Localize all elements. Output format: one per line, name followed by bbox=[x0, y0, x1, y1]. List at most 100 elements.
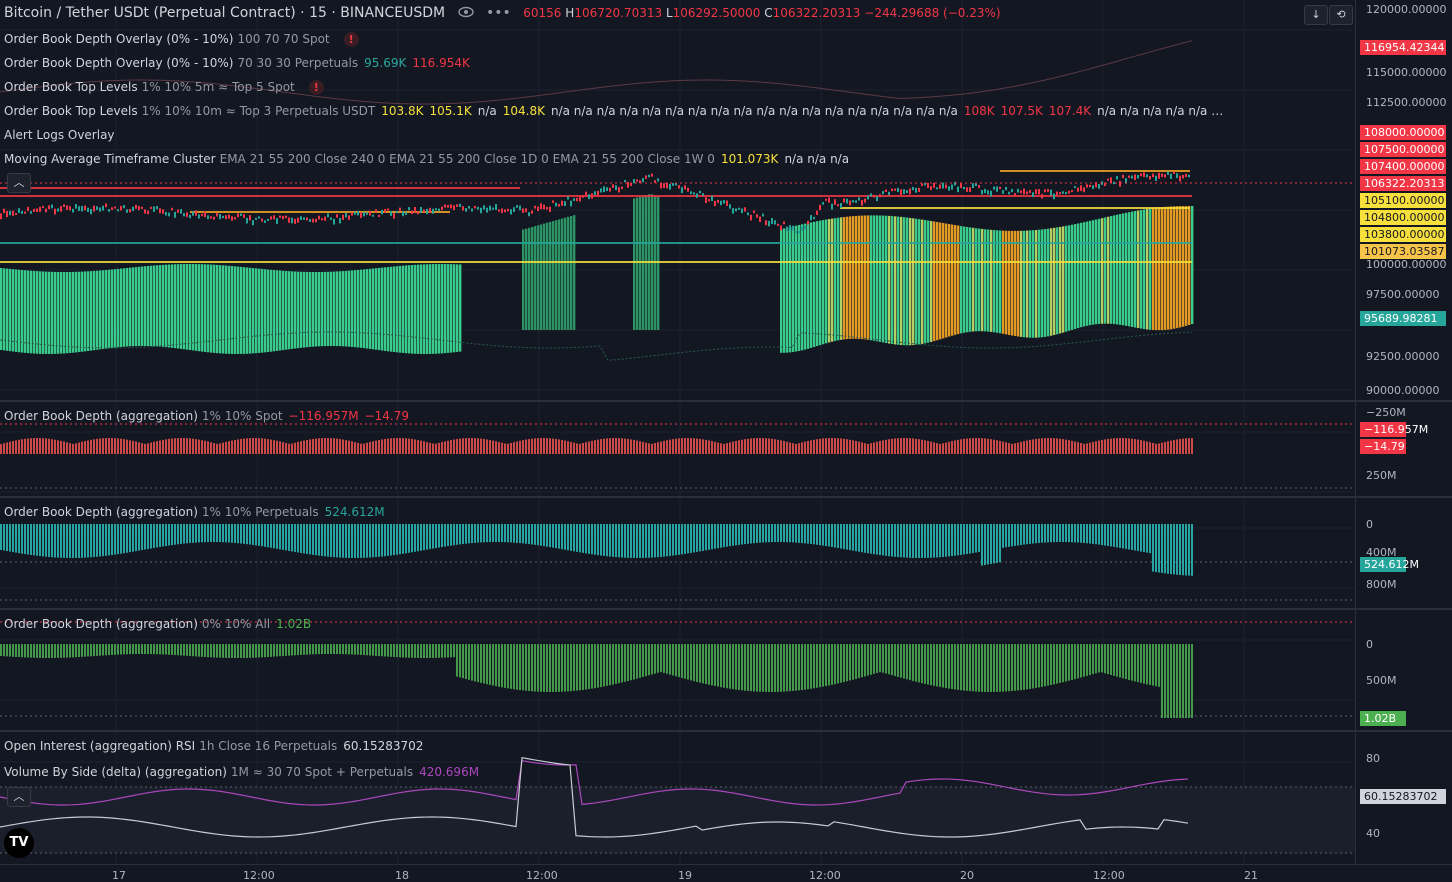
value-label: −116.957M bbox=[1360, 422, 1428, 437]
price-tick: 120000.00000 bbox=[1366, 3, 1447, 16]
indicator-legend[interactable]: Order Book Top Levels 1% 10% 10m ≈ Top 3 … bbox=[4, 103, 1223, 119]
price-label: 107500.00000 bbox=[1360, 142, 1446, 157]
indicator-params: 1% 10% Spot bbox=[201, 409, 283, 423]
indicator-value: n/a n/a n/a n/a n/a … bbox=[1097, 104, 1224, 118]
price-label: 105100.00000 bbox=[1360, 193, 1446, 208]
price-tick: 112500.00000 bbox=[1366, 96, 1447, 109]
pane-rsi[interactable]: ︿ TV Open Interest (aggregation) RSI 1h C… bbox=[0, 732, 1355, 864]
indicator-value: 60.15283702 bbox=[343, 739, 424, 753]
indicator-title: Order Book Depth (aggregation) bbox=[4, 617, 198, 631]
time-tick: 21 bbox=[1244, 869, 1258, 882]
time-axis[interactable]: 17 12:00 18 12:00 19 12:00 20 12:00 21 bbox=[0, 865, 1355, 882]
indicator-legend[interactable]: Order Book Top Levels 1% 10% 5m ≈ Top 5 S… bbox=[4, 79, 324, 95]
indicator-value: 103.8K bbox=[381, 104, 424, 118]
pane-spot-depth-scale[interactable]: −250M 250M −116.957M −14.79 bbox=[1355, 402, 1452, 496]
price-tick: 115000.00000 bbox=[1366, 66, 1447, 79]
price-label: 107400.00000 bbox=[1360, 159, 1446, 174]
indicator-legend[interactable]: Order Book Depth Overlay (0% - 10%) 70 30… bbox=[4, 55, 470, 71]
indicator-params: 1% 10% 5m ≈ Top 5 Spot bbox=[141, 80, 295, 94]
indicator-value: 107.4K bbox=[1048, 104, 1092, 118]
pane-perp-depth-scale[interactable]: 0 400M 800M 524.612M bbox=[1355, 498, 1452, 608]
indicator-legend[interactable]: Order Book Depth (aggregation) 1% 10% Spo… bbox=[4, 408, 409, 424]
indicator-title: Order Book Top Levels bbox=[4, 80, 138, 94]
indicator-value: −116.957M bbox=[288, 409, 359, 423]
eye-icon-svg bbox=[457, 6, 474, 18]
logo-text: TV bbox=[9, 835, 29, 850]
indicator-value: −14.79 bbox=[364, 409, 409, 423]
indicator-params: 70 30 30 Perpetuals bbox=[237, 56, 359, 70]
pane-rsi-scale[interactable]: 80 40 60.15283702 bbox=[1355, 732, 1452, 864]
value-label: 524.612M bbox=[1360, 557, 1419, 572]
symbol-title[interactable]: Bitcoin / Tether USDt (Perpetual Contrac… bbox=[4, 5, 296, 21]
pane-all-depth-scale[interactable]: 0 500M 1.02B bbox=[1355, 610, 1452, 730]
time-tick: 20 bbox=[960, 869, 974, 882]
ohlc-open: 60156 bbox=[523, 6, 562, 20]
price-tick: 92500.00000 bbox=[1366, 350, 1440, 363]
ohlc-low-label: L bbox=[665, 6, 673, 20]
scale-tick: 800M bbox=[1366, 578, 1397, 591]
indicator-legend[interactable]: Volume By Side (delta) (aggregation) 1M ≈… bbox=[4, 764, 479, 780]
indicator-value: 1.02B bbox=[276, 617, 312, 631]
value-label: 60.15283702 bbox=[1360, 789, 1446, 804]
collapse-legend-button[interactable]: ︿ bbox=[7, 173, 31, 193]
indicator-legend[interactable]: Order Book Depth Overlay (0% - 10%) 100 7… bbox=[4, 31, 359, 47]
indicator-params: EMA 21 55 200 Close 240 0 EMA 21 55 200 … bbox=[219, 152, 715, 166]
price-tick: 100000.00000 bbox=[1366, 258, 1447, 271]
warning-icon[interactable]: ! bbox=[308, 80, 324, 95]
indicator-legend[interactable]: Moving Average Timeframe Cluster EMA 21 5… bbox=[4, 151, 849, 167]
indicator-value: 116.954K bbox=[412, 56, 470, 70]
price-label: 104800.00000 bbox=[1360, 210, 1446, 225]
indicator-params: 1% 10% 10m ≈ Top 3 Perpetuals USDT bbox=[141, 104, 376, 118]
collapse-legend-button[interactable]: ︿ bbox=[7, 787, 31, 807]
indicator-params: 1M ≈ 30 70 Spot + Perpetuals bbox=[230, 765, 414, 779]
scroll-down-button[interactable]: ↓ bbox=[1304, 5, 1328, 25]
main-price-scale[interactable]: 120000.00000 115000.00000 112500.00000 1000… bbox=[1355, 0, 1452, 400]
time-tick: 18 bbox=[395, 869, 409, 882]
price-tick: 90000.00000 bbox=[1366, 384, 1440, 397]
scale-tick: 500M bbox=[1366, 674, 1397, 687]
chevron-up-icon: ︿ bbox=[13, 176, 25, 189]
more-icon[interactable]: ••• bbox=[486, 5, 511, 21]
warning-icon[interactable]: ! bbox=[343, 32, 359, 47]
indicator-params: 100 70 70 Spot bbox=[237, 32, 330, 46]
chevron-up-icon: ︿ bbox=[13, 790, 25, 803]
symbol-header: Bitcoin / Tether USDt (Perpetual Contrac… bbox=[4, 5, 1001, 21]
value-label: −14.79 bbox=[1360, 439, 1406, 454]
indicator-legend[interactable]: Open Interest (aggregation) RSI 1h Close … bbox=[4, 738, 423, 754]
pane-perp-depth[interactable]: Order Book Depth (aggregation) 1% 10% Per… bbox=[0, 498, 1355, 608]
indicator-value: 107.5K bbox=[1000, 104, 1043, 118]
indicator-legend[interactable]: Alert Logs Overlay bbox=[4, 127, 115, 143]
indicator-value: 105.1K bbox=[429, 104, 472, 118]
pane-all-depth[interactable]: Order Book Depth (aggregation) 0% 10% All… bbox=[0, 610, 1355, 730]
indicator-value: n/a n/a n/a n/a n/a n/a n/a n/a n/a n/a … bbox=[550, 104, 958, 118]
indicator-title: Order Book Depth (aggregation) bbox=[4, 409, 198, 423]
indicator-title: Alert Logs Overlay bbox=[4, 128, 115, 142]
ohlc-low: 106292.50000 bbox=[672, 6, 761, 20]
indicator-value: n/a bbox=[477, 104, 497, 118]
indicator-value: 524.612M bbox=[324, 505, 385, 519]
time-tick: 12:00 bbox=[809, 869, 841, 882]
price-label: 116954.42344 bbox=[1360, 40, 1446, 55]
symbol-interval[interactable]: 15 bbox=[309, 5, 327, 21]
indicator-legend[interactable]: Order Book Depth (aggregation) 1% 10% Per… bbox=[4, 504, 385, 520]
indicator-title: Open Interest (aggregation) RSI bbox=[4, 739, 196, 753]
indicator-legend[interactable]: Order Book Depth (aggregation) 0% 10% All… bbox=[4, 616, 311, 632]
price-label: 101073.03587 bbox=[1360, 244, 1446, 259]
pane-spot-depth[interactable]: Order Book Depth (aggregation) 1% 10% Spo… bbox=[0, 402, 1355, 496]
value-label: 1.02B bbox=[1360, 711, 1406, 726]
price-label: 103800.00000 bbox=[1360, 227, 1446, 242]
indicator-title: Order Book Depth Overlay (0% - 10%) bbox=[4, 56, 234, 70]
reset-chart-button[interactable]: ⟲ bbox=[1329, 5, 1353, 25]
indicator-value: 95.69K bbox=[364, 56, 407, 70]
time-tick: 19 bbox=[678, 869, 692, 882]
indicator-value: 420.696M bbox=[419, 765, 480, 779]
indicator-title: Order Book Top Levels bbox=[4, 104, 138, 118]
eye-icon[interactable] bbox=[457, 5, 478, 21]
main-chart-pane[interactable]: Bitcoin / Tether USDt (Perpetual Contrac… bbox=[0, 0, 1355, 400]
scale-tick: 0 bbox=[1366, 518, 1373, 531]
price-label: 106322.20313 bbox=[1360, 176, 1446, 191]
indicator-title: Order Book Depth (aggregation) bbox=[4, 505, 198, 519]
ohlc-high: 106720.70313 bbox=[574, 6, 663, 20]
tradingview-logo[interactable]: TV bbox=[4, 828, 34, 858]
scale-tick: 80 bbox=[1366, 752, 1380, 765]
